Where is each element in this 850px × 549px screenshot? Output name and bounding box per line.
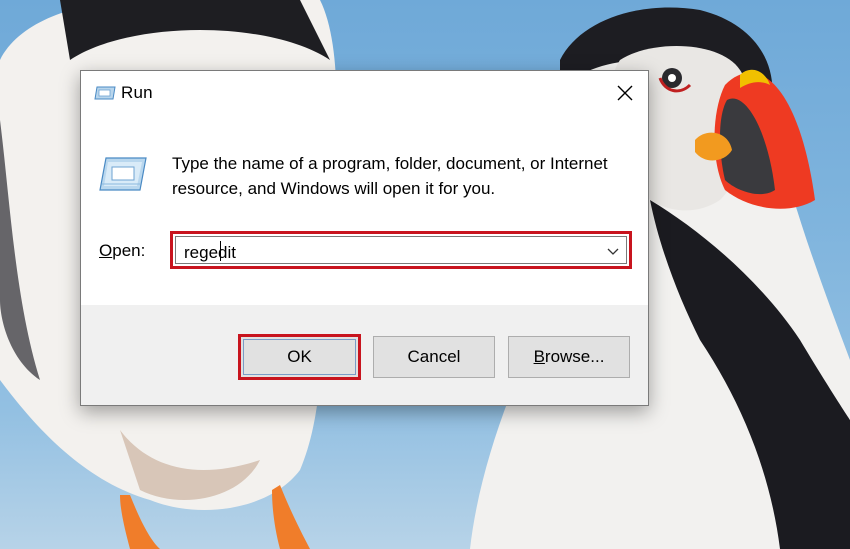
ok-button-label: OK xyxy=(243,339,356,375)
chevron-down-icon[interactable] xyxy=(606,246,620,258)
text-caret xyxy=(220,241,221,261)
title-bar[interactable]: Run xyxy=(81,71,648,115)
run-icon xyxy=(94,86,116,100)
ok-button[interactable]: OK xyxy=(238,334,361,380)
close-icon xyxy=(617,85,633,101)
open-input[interactable]: regedit xyxy=(184,243,236,263)
open-label: Open: xyxy=(99,241,145,261)
open-label-accelerator: O xyxy=(99,241,113,260)
dialog-description: Type the name of a program, folder, docu… xyxy=(172,154,608,198)
browse-button[interactable]: Browse... xyxy=(508,336,630,378)
open-label-text: pen: xyxy=(112,241,146,260)
browse-accelerator: B xyxy=(533,347,545,366)
browse-label: rowse... xyxy=(544,347,605,366)
dialog-title: Run xyxy=(121,83,153,102)
open-combobox[interactable]: regedit xyxy=(170,231,632,269)
dialog-body: Type the name of a program, folder, docu… xyxy=(81,115,648,305)
close-button[interactable] xyxy=(602,71,648,115)
button-bar: OK Cancel Browse... xyxy=(81,305,648,405)
run-dialog: Run Type the name of a program, folder, … xyxy=(80,70,649,406)
desktop: Run Type the name of a program, folder, … xyxy=(0,0,850,549)
open-combobox-frame: regedit xyxy=(175,236,627,264)
run-icon xyxy=(99,157,147,191)
cancel-button[interactable]: Cancel xyxy=(373,336,495,378)
